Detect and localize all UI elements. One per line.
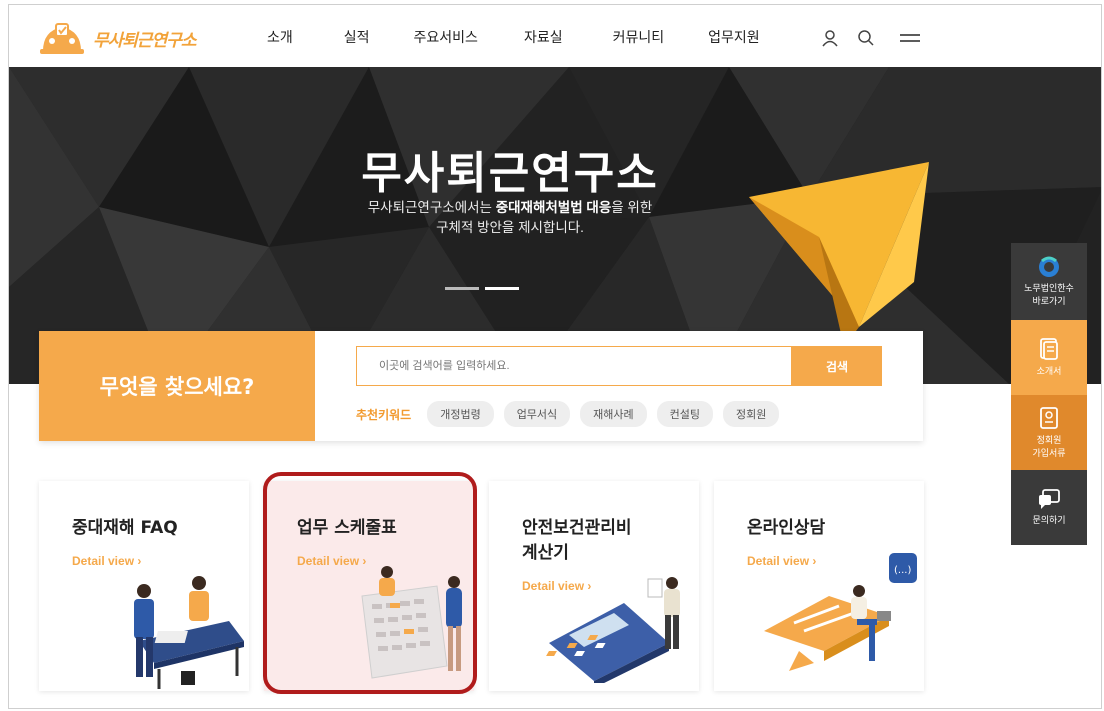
quick-item-nomu[interactable]: 노무법인한수 바로가기 — [1011, 243, 1087, 320]
main-nav: 소개 실적 주요서비스 자료실 커뮤니티 업무지원 — [267, 27, 760, 47]
nav-item-community[interactable]: 커뮤니티 — [613, 27, 665, 47]
card-faq[interactable]: 중대재해 FAQ Detail view › — [39, 481, 249, 691]
chat-icon — [1039, 489, 1060, 509]
keyword-chip[interactable]: 재해사례 — [580, 401, 647, 427]
quick-item-label: 문의하기 — [1032, 515, 1066, 525]
quick-item-membership[interactable]: 정회원 가입서류 — [1011, 395, 1087, 470]
card-title: 업무 스케줄표 — [297, 518, 397, 538]
logo-helmet-icon — [40, 23, 84, 54]
nav-item-support[interactable]: 업무지원 — [708, 27, 760, 47]
card-title-line2: 계산기 — [522, 543, 569, 563]
quick-label-line1: 정회원 — [1036, 434, 1062, 445]
quick-item-label: 소개서 — [1036, 366, 1062, 376]
card-title: 안전보건관리비 계산기 — [522, 516, 631, 566]
meeting-illustration-icon — [134, 576, 244, 689]
chat-illustration-icon: (...) — [764, 553, 917, 671]
card-schedule[interactable]: 업무 스케줄표 Detail view › — [264, 481, 474, 691]
calculator-illustration-icon — [546, 577, 680, 683]
detail-view-link[interactable]: Detail view › — [72, 554, 141, 568]
keyword-chip[interactable]: 컨설팅 — [656, 401, 714, 427]
site-logo[interactable]: 무사퇴근연구소 — [39, 21, 196, 55]
keyword-chip[interactable]: 업무서식 — [503, 401, 571, 427]
slide-dot-2[interactable] — [485, 287, 519, 290]
menu-icon[interactable] — [899, 31, 921, 45]
card-online-consult[interactable]: 온라인상담 Detail view › (...) — [714, 481, 924, 691]
quick-item-brochure[interactable]: 소개서 — [1011, 320, 1087, 395]
schedule-illustration-icon — [361, 566, 462, 679]
nav-item-archive[interactable]: 자료실 — [524, 27, 563, 47]
quick-item-inquiry[interactable]: 문의하기 — [1011, 470, 1087, 545]
recommended-keywords: 추천키워드 개정법령 업무서식 재해사례 컨설팅 정회원 — [356, 401, 780, 427]
search-heading-box: 무엇을 찾으세요? — [39, 331, 315, 441]
quick-menu: 노무법인한수 바로가기 소개서 정회원 가입서류 문의하기 — [1011, 243, 1087, 545]
quick-item-label: 정회원 가입서류 — [1032, 434, 1065, 460]
quick-label-line2: 바로가기 — [1032, 295, 1066, 306]
search-input[interactable] — [356, 346, 792, 386]
keywords-label: 추천키워드 — [356, 407, 412, 422]
id-card-icon — [1040, 406, 1058, 429]
slide-dot-1[interactable] — [445, 287, 479, 290]
quick-label-line1: 노무법인한수 — [1024, 282, 1074, 293]
nav-item-results[interactable]: 실적 — [344, 27, 370, 47]
quick-label-line2: 가입서류 — [1032, 447, 1066, 458]
keyword-chip[interactable]: 개정법령 — [427, 401, 494, 427]
page-frame: 무사퇴근연구소 소개 실적 주요서비스 자료실 커뮤니티 업무지원 무사퇴근연구… — [8, 4, 1102, 709]
hero-title: 무사퇴근연구소 — [361, 148, 659, 199]
hero-sub-line2: 구체적 방안을 제시합니다. — [436, 220, 584, 235]
card-title: 온라인상담 — [747, 518, 826, 538]
quick-item-label: 노무법인한수 바로가기 — [1024, 282, 1074, 308]
slide-indicators — [445, 287, 519, 290]
svg-text:(...): (...) — [894, 565, 911, 576]
hero-sub-pre: 무사퇴근연구소에서는 — [367, 200, 496, 215]
nav-item-services[interactable]: 주요서비스 — [414, 27, 478, 47]
site-header: 무사퇴근연구소 소개 실적 주요서비스 자료실 커뮤니티 업무지원 — [9, 5, 1101, 67]
logo-text: 무사퇴근연구소 — [93, 30, 196, 51]
document-icon — [1040, 338, 1058, 360]
search-panel: 무엇을 찾으세요? 검색 추천키워드 개정법령 업무서식 재해사례 컨설팅 정회… — [39, 331, 923, 441]
search-heading: 무엇을 찾으세요? — [99, 375, 255, 399]
search-icon[interactable] — [857, 29, 875, 47]
hero-subtitle: 무사퇴근연구소에서는 중대재해처벌법 대응을 위한 구체적 방안을 제시합니다. — [9, 198, 1011, 238]
search-button[interactable]: 검색 — [792, 346, 882, 386]
logo-circle-icon — [1039, 256, 1059, 277]
card-title-line1: 안전보건관리비 — [522, 518, 632, 538]
card-calculator[interactable]: 안전보건관리비 계산기 Detail view › — [489, 481, 699, 691]
hero-sub-post: 을 위한 — [611, 200, 653, 215]
nav-item-intro[interactable]: 소개 — [267, 27, 293, 47]
hero-sub-bold: 중대재해처벌법 대응 — [495, 200, 612, 215]
header-icons — [821, 29, 921, 47]
user-icon[interactable] — [821, 29, 839, 47]
card-title: 중대재해 FAQ — [72, 518, 178, 538]
keyword-chip[interactable]: 정회원 — [723, 401, 780, 427]
